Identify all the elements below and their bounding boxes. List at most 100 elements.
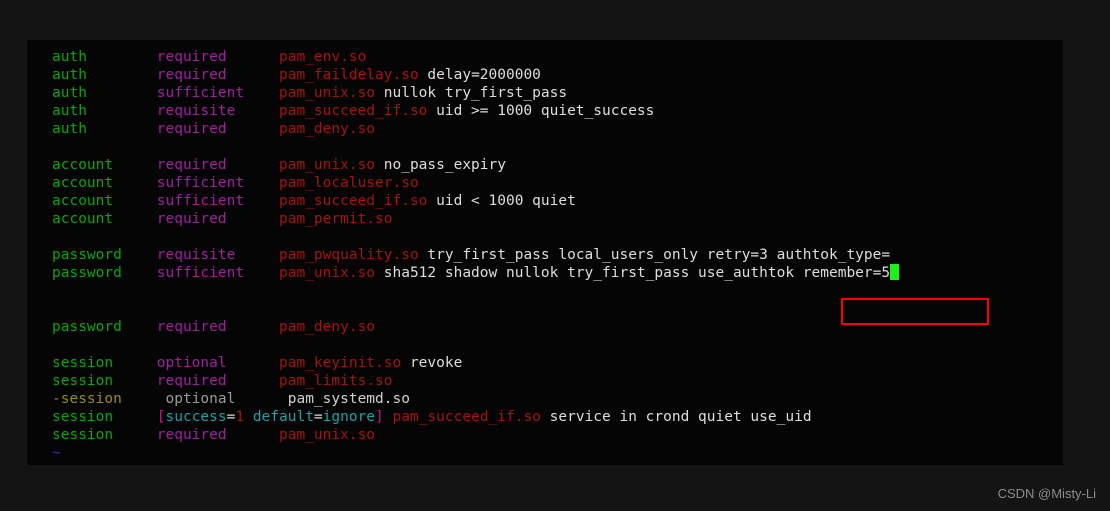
- pam-config-line[interactable]: [52, 228, 899, 246]
- pam-control: optional: [165, 391, 236, 407]
- column-spacer: [227, 427, 279, 443]
- pam-args: try_first_pass local_users_only retry=3 …: [418, 247, 891, 263]
- column-spacer: [122, 391, 166, 407]
- terminal-window[interactable]: ~ ~ ~ auth required pam_env.soauth requi…: [27, 40, 1063, 465]
- column-spacer: [227, 121, 279, 137]
- pam-type: account: [52, 211, 114, 227]
- pam-config-line[interactable]: [52, 336, 899, 354]
- pam-config-file-content[interactable]: auth required pam_env.so auth required pa…: [52, 48, 900, 462]
- column-spacer: [235, 103, 279, 119]
- pam-config-line[interactable]: [52, 282, 899, 300]
- vim-eof-tilde: ~: [52, 445, 61, 461]
- column-spacer: [227, 49, 279, 65]
- column-spacer: [384, 409, 393, 425]
- pam-config-line[interactable]: auth sufficient pam_unix.so nullok try_f…: [52, 84, 899, 102]
- pam-module: pam_succeed_if.so: [279, 103, 428, 119]
- pam-control: sufficient: [156, 193, 245, 209]
- column-spacer: [113, 157, 157, 173]
- pam-config-line[interactable]: auth required pam_faildelay.so delay=200…: [52, 66, 899, 84]
- column-spacer: [244, 193, 279, 209]
- pam-config-line[interactable]: password sufficient pam_unix.so sha512 s…: [52, 264, 900, 282]
- block-cursor: [890, 264, 900, 280]
- pam-module: pam_deny.so: [279, 121, 376, 137]
- control-value-ignore: ignore: [322, 409, 376, 425]
- pam-module: pam_succeed_if.so: [392, 409, 541, 425]
- pam-config-line[interactable]: auth required pam_env.so: [52, 48, 899, 66]
- pam-args: uid < 1000 quiet: [427, 193, 576, 209]
- pam-control: required: [156, 49, 227, 65]
- pam-type: -session: [52, 391, 122, 407]
- pam-config-line[interactable]: [52, 138, 899, 156]
- pam-module: pam_limits.so: [279, 373, 393, 389]
- pam-config-line[interactable]: account required pam_unix.so no_pass_exp…: [52, 156, 899, 174]
- pam-config-line[interactable]: [52, 300, 899, 318]
- pam-config-line[interactable]: session required pam_limits.so: [52, 372, 899, 390]
- clipped-top-row: ~ ~ ~: [27, 40, 1063, 46]
- pam-args: delay=2000000: [418, 67, 541, 83]
- pam-type: account: [52, 193, 114, 209]
- pam-config-line[interactable]: session required pam_unix.so: [52, 426, 899, 444]
- pam-config-line[interactable]: account required pam_permit.so: [52, 210, 899, 228]
- pam-config-line[interactable]: session optional pam_keyinit.so revoke: [52, 354, 899, 372]
- control-bracket-close: ]: [375, 409, 384, 425]
- column-spacer: [244, 85, 279, 101]
- pam-config-line[interactable]: auth requisite pam_succeed_if.so uid >= …: [52, 102, 899, 120]
- pam-type: session: [52, 373, 114, 389]
- column-spacer: [244, 265, 279, 281]
- column-spacer: [113, 355, 157, 371]
- pam-config-line[interactable]: password required pam_deny.so: [52, 318, 899, 336]
- control-key-default: default: [252, 409, 314, 425]
- pam-module: pam_deny.so: [279, 319, 376, 335]
- pam-config-line[interactable]: session [success=1 default=ignore] pam_s…: [52, 408, 899, 426]
- column-spacer: [87, 67, 157, 83]
- pam-module: pam_systemd.so: [287, 391, 410, 407]
- column-spacer: [227, 157, 279, 173]
- pam-type: auth: [52, 67, 87, 83]
- column-spacer: [235, 247, 279, 263]
- pam-config-line[interactable]: password requisite pam_pwquality.so try_…: [52, 246, 899, 264]
- control-equals: =: [313, 409, 323, 425]
- column-spacer: [227, 67, 279, 83]
- pam-config-line[interactable]: account sufficient pam_succeed_if.so uid…: [52, 192, 899, 210]
- pam-type: account: [52, 175, 114, 191]
- pam-module: pam_unix.so: [279, 427, 376, 443]
- column-spacer: [113, 409, 157, 425]
- pam-config-line[interactable]: -session optional pam_systemd.so: [52, 390, 899, 408]
- pam-args: service in crond quiet use_uid: [540, 409, 812, 425]
- column-spacer: [87, 49, 157, 65]
- column-spacer: [122, 247, 157, 263]
- pam-control: required: [156, 319, 227, 335]
- pam-type: account: [52, 157, 114, 173]
- pam-control: required: [156, 121, 227, 137]
- pam-control: required: [156, 211, 227, 227]
- column-spacer: [87, 85, 157, 101]
- pam-args: sha512 shadow nullok try_first_pass use_…: [375, 265, 803, 281]
- pam-type: auth: [52, 103, 87, 119]
- control-value-1: 1: [235, 409, 245, 425]
- pam-type: auth: [52, 49, 87, 65]
- pam-type: password: [52, 319, 122, 335]
- column-spacer: [227, 355, 279, 371]
- vim-eof-marker-row: ~: [52, 444, 899, 462]
- pam-config-line[interactable]: account sufficient pam_localuser.so: [52, 174, 899, 192]
- pam-control: sufficient: [156, 85, 245, 101]
- column-spacer: [113, 427, 157, 443]
- pam-args: no_pass_expiry: [375, 157, 506, 173]
- pam-module: pam_unix.so: [279, 157, 376, 173]
- pam-type: auth: [52, 121, 87, 137]
- column-spacer: [113, 373, 157, 389]
- pam-control: sufficient: [156, 265, 245, 281]
- column-spacer: [87, 121, 157, 137]
- pam-module: pam_permit.so: [279, 211, 393, 227]
- pam-module: pam_keyinit.so: [279, 355, 402, 371]
- pam-config-line[interactable]: auth required pam_deny.so: [52, 120, 899, 138]
- watermark: CSDN @Misty-Li: [997, 486, 1096, 501]
- control-space: [244, 409, 253, 425]
- pam-module: pam_localuser.so: [279, 175, 419, 191]
- pam-args: nullok try_first_pass: [375, 85, 568, 101]
- pam-type: auth: [52, 85, 87, 101]
- pam-control: required: [156, 427, 227, 443]
- pam-module: pam_unix.so: [279, 85, 376, 101]
- column-spacer: [244, 175, 279, 191]
- pam-module: pam_env.so: [279, 49, 367, 65]
